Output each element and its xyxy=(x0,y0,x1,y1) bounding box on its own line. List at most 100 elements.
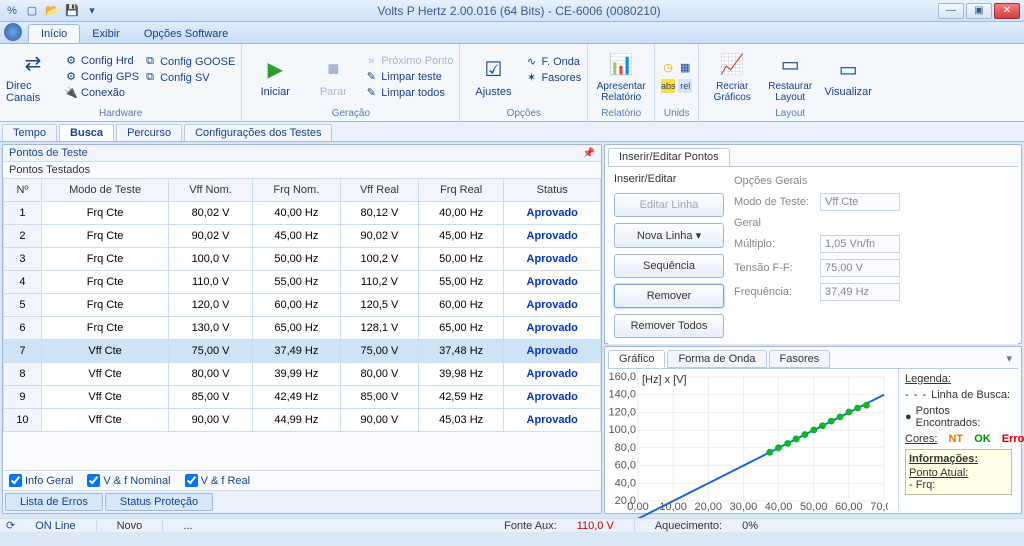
chart-menu-icon[interactable]: ▾ xyxy=(1000,350,1018,368)
restaurar-layout-button[interactable]: ▭Restaurar Layout xyxy=(763,48,817,106)
plug-icon: 🔌 xyxy=(64,86,78,100)
group-relatorio-label: Relatório xyxy=(594,107,648,119)
visualizar-button[interactable]: ▭Visualizar xyxy=(821,48,875,106)
broom-icon: ✎ xyxy=(364,70,378,84)
col-status[interactable]: Status xyxy=(504,179,601,202)
abs-icon: abs xyxy=(661,79,675,93)
qat-hz-icon[interactable]: % xyxy=(4,3,20,19)
sequencia-button[interactable]: Sequência xyxy=(614,254,724,278)
tab-tempo[interactable]: Tempo xyxy=(2,124,57,141)
status-aquec-label: Aquecimento: xyxy=(655,520,722,532)
col-frqn[interactable]: Frq Nom. xyxy=(252,179,340,202)
svg-text:60,00: 60,00 xyxy=(835,501,863,513)
points-table: Nº Modo de Teste Vff Nom. Frq Nom. Vff R… xyxy=(3,178,601,432)
qat-dropdown-icon[interactable]: ▾ xyxy=(84,3,100,19)
table-row[interactable]: 10Vff Cte90,00 V44,99 Hz90,00 V45,03 HzA… xyxy=(4,409,601,432)
group-layout-label: Layout xyxy=(705,107,875,119)
opcoes-gerais-label: Opções Gerais xyxy=(734,175,1012,187)
tab-status-protecao[interactable]: Status Proteção xyxy=(105,493,213,511)
multiplo-input[interactable] xyxy=(820,235,900,253)
table-row[interactable]: 2Frq Cte90,02 V45,00 Hz90,02 V45,00 HzAp… xyxy=(4,225,601,248)
tab-fasores[interactable]: Fasores xyxy=(769,350,831,368)
status-online: ON Line xyxy=(35,520,75,532)
goose-icon: ⧉ xyxy=(143,55,157,69)
tab-busca[interactable]: Busca xyxy=(59,124,114,141)
sv-icon: ⧉ xyxy=(143,71,157,85)
edit-section-label: Inserir/Editar xyxy=(614,173,724,185)
config-sv-button[interactable]: ⧉Config SV xyxy=(143,70,235,86)
chart-area[interactable]: 20,040,060,080,0100,0120,0140,0160,00,00… xyxy=(608,369,888,510)
direc-canais-button[interactable]: ⇄ Direc Canais xyxy=(6,48,60,106)
tab-lista-erros[interactable]: Lista de Erros xyxy=(5,493,103,511)
window-title: Volts P Hertz 2.00.016 (64 Bits) - CE-60… xyxy=(100,4,938,18)
table-row[interactable]: 6Frq Cte130,0 V65,00 Hz128,1 V65,00 HzAp… xyxy=(4,317,601,340)
titlebar: % ▢ 📂 💾 ▾ Volts P Hertz 2.00.016 (64 Bit… xyxy=(0,0,1024,22)
dash-line-icon: - - - xyxy=(905,389,927,401)
col-vffr[interactable]: Vff Real xyxy=(340,179,418,202)
remover-button[interactable]: Remover xyxy=(614,284,724,308)
col-n[interactable]: Nº xyxy=(4,179,42,202)
svg-text:50,00: 50,00 xyxy=(800,501,828,513)
minimize-button[interactable]: — xyxy=(938,3,964,19)
modo-teste-select[interactable]: Vff Cte xyxy=(820,193,900,211)
conexao-button[interactable]: 🔌Conexão xyxy=(64,85,139,101)
close-button[interactable]: ✕ xyxy=(994,3,1020,19)
col-vffn[interactable]: Vff Nom. xyxy=(169,179,252,202)
tab-inserir-editar[interactable]: Inserir/Editar Pontos xyxy=(608,148,730,166)
table-row[interactable]: 9Vff Cte85,00 V42,49 Hz85,00 V42,59 HzAp… xyxy=(4,386,601,409)
config-hrd-button[interactable]: ⚙Config Hrd xyxy=(64,53,139,69)
svg-text:30,00: 30,00 xyxy=(730,501,758,513)
recriar-graficos-button[interactable]: 📈Recriar Gráficos xyxy=(705,48,759,106)
status-bar: ⟳ ON Line Novo ... Fonte Aux: 110,0 V Aq… xyxy=(0,518,1024,546)
unid-abs-button[interactable]: absrel xyxy=(661,78,692,94)
unid-clock-button[interactable]: ◷▦ xyxy=(661,60,692,76)
qat-open-icon[interactable]: 📂 xyxy=(44,3,60,19)
iniciar-button[interactable]: ▶Iniciar xyxy=(248,48,302,106)
limpar-todos-button[interactable]: ✎Limpar todos xyxy=(364,85,453,101)
menu-inicio[interactable]: Início xyxy=(28,24,80,43)
remover-todos-button[interactable]: Remover Todos xyxy=(614,314,724,338)
tensao-input[interactable] xyxy=(820,259,900,277)
tab-percurso[interactable]: Percurso xyxy=(116,124,182,141)
menu-exibir[interactable]: Exibir xyxy=(80,25,132,43)
qat-new-icon[interactable]: ▢ xyxy=(24,3,40,19)
editar-linha-button[interactable]: Editar Linha xyxy=(614,193,724,217)
config-gps-button[interactable]: ⚙Config GPS xyxy=(64,69,139,85)
chk-info-geral[interactable]: Info Geral xyxy=(9,474,73,487)
menu-opcoes[interactable]: Opções Software xyxy=(132,25,240,43)
ribbon: ⇄ Direc Canais ⚙Config Hrd ⚙Config GPS 🔌… xyxy=(0,44,1024,122)
chart-refresh-icon: 📈 xyxy=(718,51,746,79)
tab-forma-onda[interactable]: Forma de Onda xyxy=(667,350,766,368)
group-unids-label: Unids xyxy=(661,107,692,119)
table-row[interactable]: 3Frq Cte100,0 V50,00 Hz100,2 V50,00 HzAp… xyxy=(4,248,601,271)
status-aquec-value: 0% xyxy=(742,520,758,532)
svg-text:60,0: 60,0 xyxy=(615,460,636,472)
nova-linha-button[interactable]: Nova Linha ▾ xyxy=(614,223,724,248)
file-orb-icon[interactable] xyxy=(4,23,22,41)
qat-save-icon[interactable]: 💾 xyxy=(64,3,80,19)
chk-vf-nominal[interactable]: V & f Nominal xyxy=(87,474,170,487)
table-row[interactable]: 7Vff Cte75,00 V37,49 Hz75,00 V37,48 HzAp… xyxy=(4,340,601,363)
table-row[interactable]: 4Frq Cte110,0 V55,00 Hz110,2 V55,00 HzAp… xyxy=(4,271,601,294)
f-onda-button[interactable]: ∿F. Onda xyxy=(524,54,581,70)
chevron-down-icon: ▾ xyxy=(696,230,702,242)
tab-config[interactable]: Configurações dos Testes xyxy=(184,124,332,141)
table-row[interactable]: 5Frq Cte120,0 V60,00 Hz120,5 V60,00 HzAp… xyxy=(4,294,601,317)
tab-grafico[interactable]: Gráfico xyxy=(608,350,665,368)
ajustes-button[interactable]: ☑Ajustes xyxy=(466,48,520,106)
frequencia-input[interactable] xyxy=(820,283,900,301)
col-frqr[interactable]: Frq Real xyxy=(418,179,504,202)
col-modo[interactable]: Modo de Teste xyxy=(41,179,168,202)
parar-button[interactable]: ■Parar xyxy=(306,48,360,106)
table-row[interactable]: 8Vff Cte80,00 V39,99 Hz80,00 V39,98 HzAp… xyxy=(4,363,601,386)
fasores-button[interactable]: ✶Fasores xyxy=(524,70,581,86)
config-goose-button[interactable]: ⧉Config GOOSE xyxy=(143,54,235,70)
chk-vf-real[interactable]: V & f Real xyxy=(185,474,251,487)
table-row[interactable]: 1Frq Cte80,02 V40,00 Hz80,12 V40,00 HzAp… xyxy=(4,202,601,225)
limpar-teste-button[interactable]: ✎Limpar teste xyxy=(364,69,453,85)
pin-icon[interactable]: 📌 xyxy=(583,148,595,159)
apresentar-relatorio-button[interactable]: 📊Apresentar Relatório xyxy=(594,48,648,106)
status-dots: ... xyxy=(183,520,192,532)
proximo-ponto-button[interactable]: »Próximo Ponto xyxy=(364,53,453,69)
maximize-button[interactable]: ▣ xyxy=(966,3,992,19)
